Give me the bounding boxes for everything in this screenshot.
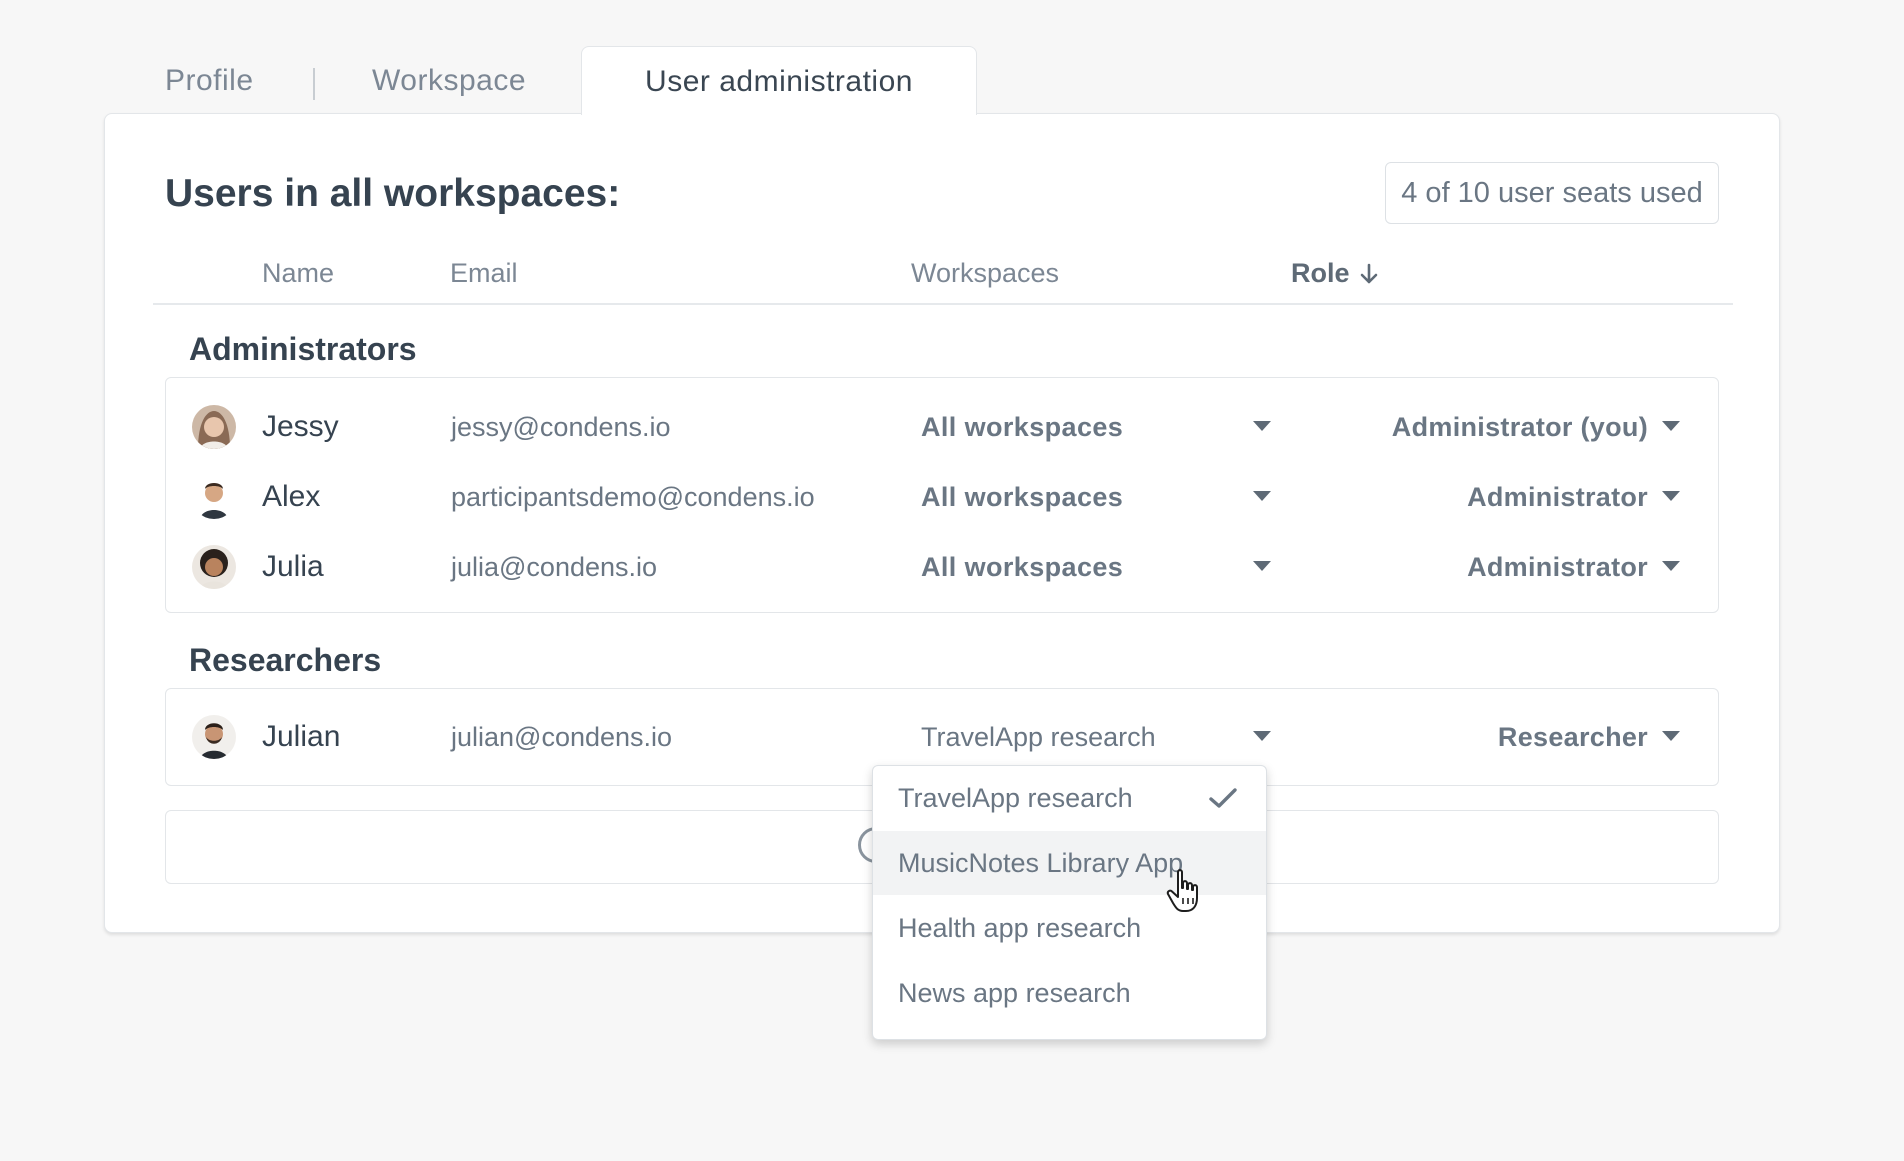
role-select-value: Administrator (1467, 482, 1648, 512)
dropdown-option-label: News app research (898, 978, 1131, 1008)
caret-down-icon (1253, 561, 1271, 571)
tab-separator (313, 68, 315, 100)
workspace-select[interactable]: TravelApp research (921, 710, 1271, 764)
dropdown-option-label: MusicNotes Library App (898, 848, 1184, 878)
column-header-name[interactable]: Name (262, 258, 334, 289)
administrators-list: Jessy jessy@condens.io All workspaces Ad… (165, 377, 1719, 613)
seats-used-badge: 4 of 10 user seats used (1385, 162, 1719, 224)
column-header-role-label: Role (1291, 258, 1350, 288)
caret-down-icon (1253, 731, 1271, 741)
hand-pointer-cursor-icon (1166, 869, 1198, 912)
group-title-administrators: Administrators (189, 331, 417, 367)
role-select-value: Researcher (1497, 722, 1648, 752)
workspace-select[interactable]: All workspaces (921, 470, 1271, 524)
role-select-value: Administrator (1467, 552, 1648, 582)
dropdown-option-health-app-research[interactable]: Health app research (873, 896, 1266, 960)
header-divider (153, 303, 1733, 305)
workspace-select[interactable]: All workspaces (921, 400, 1271, 454)
dropdown-option-label: Health app research (898, 913, 1142, 943)
avatar (192, 715, 236, 759)
workspace-select-value: All workspaces (921, 412, 1124, 442)
tab-profile[interactable]: Profile (165, 46, 254, 114)
caret-down-icon (1662, 421, 1680, 431)
workspace-dropdown-menu: TravelApp research MusicNotes Library Ap… (872, 765, 1267, 1040)
avatar (192, 405, 236, 449)
caret-down-icon (1662, 731, 1680, 741)
column-header-workspaces[interactable]: Workspaces (911, 258, 1059, 289)
workspace-select-value: TravelApp research (921, 722, 1156, 752)
workspace-select-value: All workspaces (921, 482, 1124, 512)
table-row: Julia julia@condens.io All workspaces Ad… (166, 532, 1718, 602)
tab-user-administration[interactable]: User administration (581, 46, 977, 115)
check-icon (1209, 788, 1237, 808)
user-email: julia@condens.io (451, 552, 658, 582)
table-row: Alex participantsdemo@condens.io All wor… (166, 462, 1718, 532)
caret-down-icon (1662, 491, 1680, 501)
avatar (192, 475, 236, 519)
caret-down-icon (1253, 421, 1271, 431)
tab-workspace[interactable]: Workspace (372, 46, 526, 114)
user-name: Alex (262, 480, 321, 513)
dropdown-option-travelapp-research[interactable]: TravelApp research (873, 766, 1266, 830)
column-header-role[interactable]: Role (1291, 258, 1379, 289)
dropdown-option-label: TravelApp research (898, 783, 1133, 813)
user-name: Julian (262, 720, 341, 753)
dropdown-option-news-app-research[interactable]: News app research (873, 961, 1266, 1025)
table-row: Julian julian@condens.io TravelApp resea… (166, 702, 1718, 772)
caret-down-icon (1253, 491, 1271, 501)
workspace-select-value: All workspaces (921, 552, 1124, 582)
user-email: jessy@condens.io (451, 412, 671, 442)
user-email: julian@condens.io (451, 722, 673, 752)
column-header-email[interactable]: Email (450, 258, 518, 289)
page-title: Users in all workspaces: (165, 172, 621, 215)
dropdown-option-musicnotes-library-app[interactable]: MusicNotes Library App (873, 831, 1266, 895)
group-title-researchers: Researchers (189, 642, 382, 678)
role-select-value: Administrator (you) (1391, 412, 1648, 442)
arrow-down-icon (1360, 263, 1378, 284)
table-row: Jessy jessy@condens.io All workspaces Ad… (166, 392, 1718, 462)
user-name: Julia (262, 550, 324, 583)
avatar (192, 545, 236, 589)
caret-down-icon (1662, 561, 1680, 571)
workspace-select[interactable]: All workspaces (921, 540, 1271, 594)
user-name: Jessy (262, 410, 339, 443)
user-email: participantsdemo@condens.io (451, 482, 815, 512)
